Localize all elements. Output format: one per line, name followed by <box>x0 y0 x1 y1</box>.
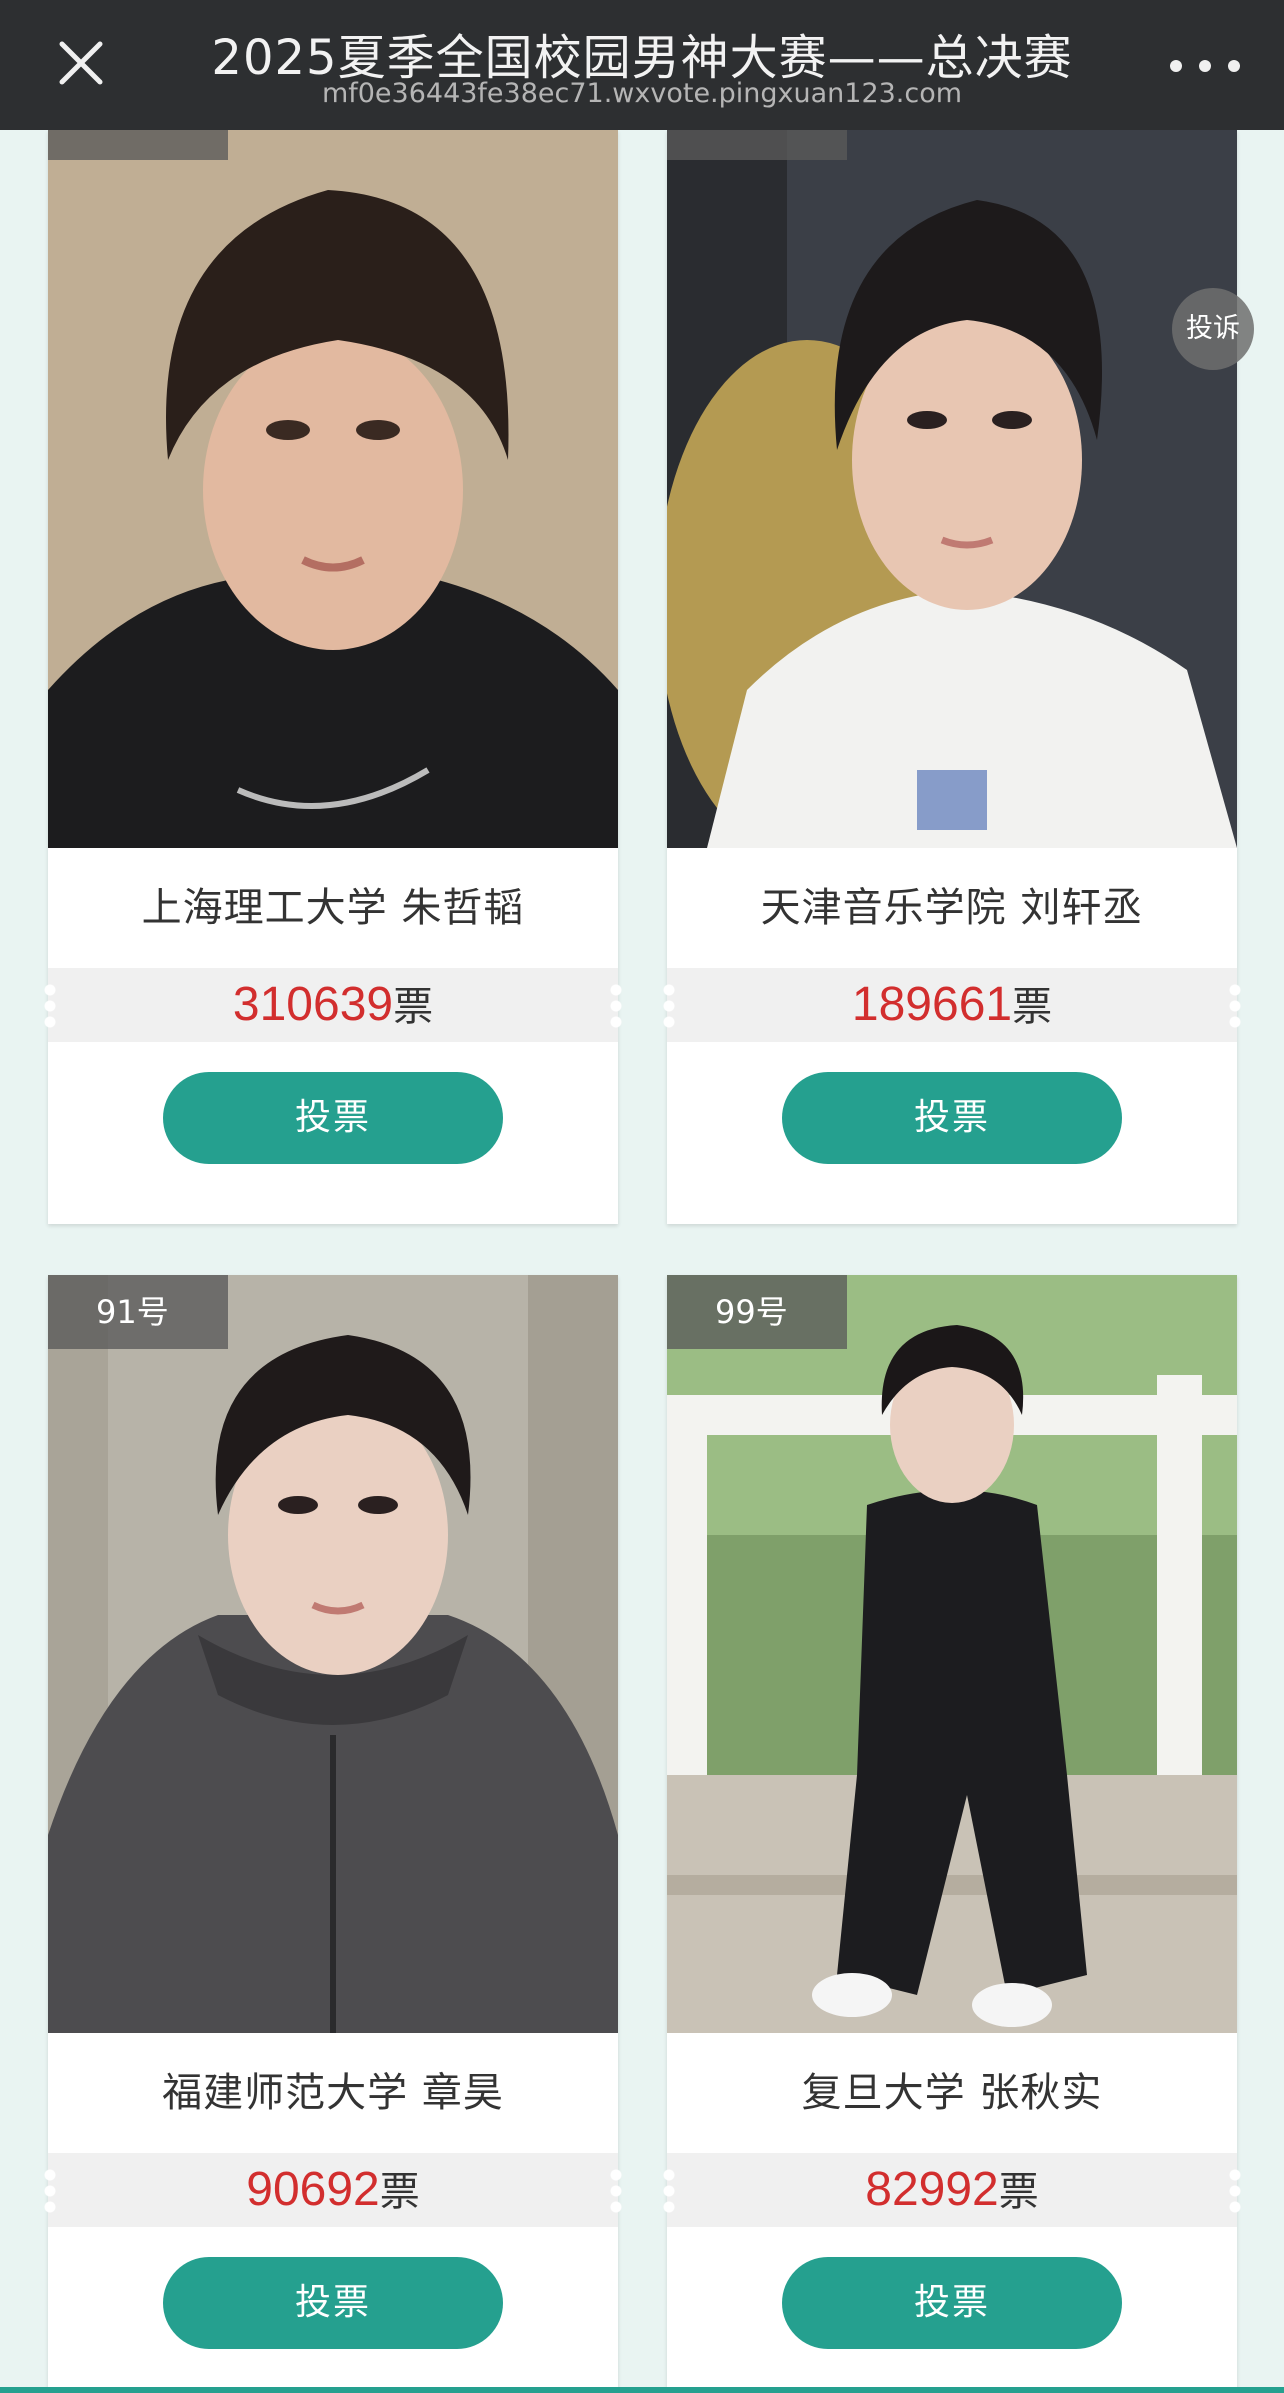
contestant-card: 天津音乐学院 刘轩丞 189661票 投票 <box>663 130 1241 1224</box>
vote-count: 189661 <box>851 978 1013 1031</box>
top-bar: 2025夏季全国校园男神大赛——总决赛 mf0e36443fe38ec71.wx… <box>0 0 1284 130</box>
vote-unit: 票 <box>393 984 434 1030</box>
vote-unit: 票 <box>379 2169 420 2215</box>
contestant-name: 天津音乐学院 刘轩丞 <box>760 885 1144 931</box>
contestant-name: 上海理工大学 朱哲韬 <box>141 885 525 931</box>
vote-button[interactable]: 投票 <box>163 2257 503 2349</box>
vote-button[interactable]: 投票 <box>163 1072 503 1164</box>
complain-button[interactable]: 投诉 <box>1172 288 1254 370</box>
contestant-photo: 99号 <box>667 1275 1237 2033</box>
vote-unit: 票 <box>998 2169 1039 2215</box>
contestant-number: 99号 <box>667 1275 847 1349</box>
contestant-number <box>667 130 847 160</box>
vote-button[interactable]: 投票 <box>782 1072 1122 1164</box>
contestant-photo <box>48 130 618 848</box>
vote-tally: 82992票 <box>663 2153 1241 2227</box>
vote-unit: 票 <box>1012 984 1053 1030</box>
contestant-card: 99号 复旦大学 张秋实 82992票 投票 <box>663 1275 1241 2393</box>
vote-count: 90692 <box>246 2163 380 2216</box>
contestant-name: 复旦大学 张秋实 <box>801 2070 1103 2116</box>
contestant-photo <box>667 130 1237 848</box>
bottom-accent-bar <box>0 2387 1284 2393</box>
contestant-name: 福建师范大学 章昊 <box>162 2070 504 2116</box>
vote-button[interactable]: 投票 <box>782 2257 1122 2349</box>
close-icon[interactable] <box>48 30 114 96</box>
vote-count: 82992 <box>865 2163 999 2216</box>
vote-tally: 189661票 <box>663 968 1241 1042</box>
contestant-card: 91号 福建师范大学 章昊 90692票 投票 <box>44 1275 622 2393</box>
vote-tally: 310639票 <box>44 968 622 1042</box>
contestant-number <box>48 130 228 160</box>
vote-count: 310639 <box>232 978 394 1031</box>
contestant-number: 91号 <box>48 1275 228 1349</box>
page-url: mf0e36443fe38ec71.wxvote.pingxuan123.com <box>321 78 963 109</box>
contestant-card: 上海理工大学 朱哲韬 310639票 投票 <box>44 130 622 1224</box>
vote-tally: 90692票 <box>44 2153 622 2227</box>
more-icon[interactable] <box>1170 46 1240 86</box>
contestant-photo: 91号 <box>48 1275 618 2033</box>
